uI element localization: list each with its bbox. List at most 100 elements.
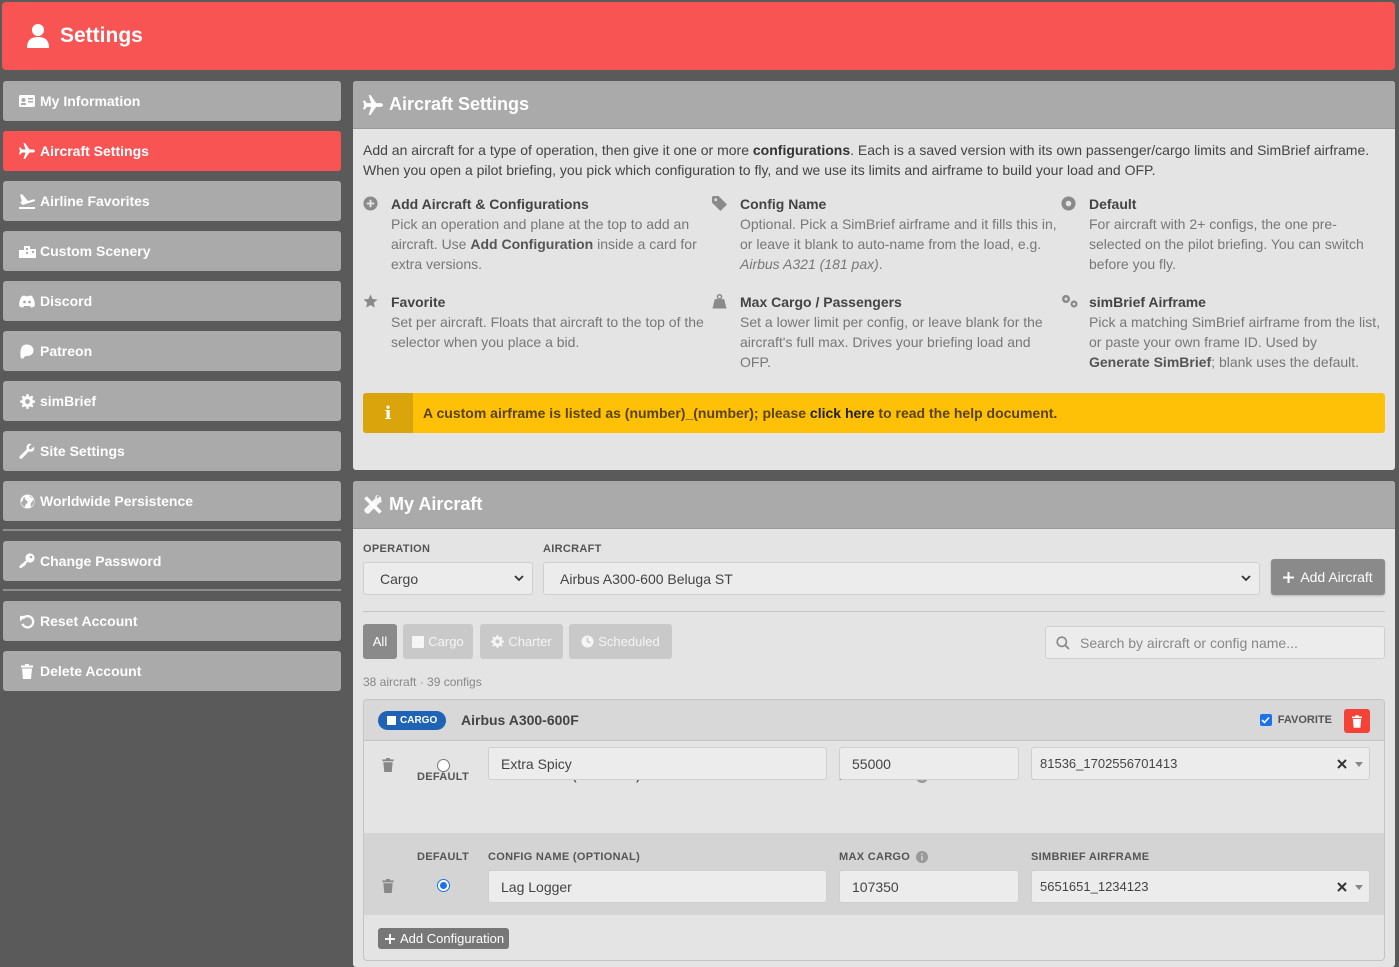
clear-icon[interactable] (1337, 759, 1347, 769)
aircraft-name: Airbus A300-600F (461, 712, 579, 728)
sidebar-item-label: Discord (40, 293, 93, 309)
default-radio[interactable] (437, 759, 450, 772)
cog-icon (18, 392, 36, 410)
help-desc: Pick an operation and plane at the top t… (391, 214, 712, 274)
add-configuration-button[interactable]: Add Configuration (378, 928, 510, 949)
sidebar-item-worldwide-persistence[interactable]: Worldwide Persistence (3, 481, 341, 521)
page-title: Settings (60, 24, 143, 47)
help-desc-part: ; blank uses the default. (1211, 354, 1360, 370)
help-max-cargo: Max Cargo / Passengers Set a lower limit… (712, 292, 1061, 372)
sidebar-item-custom-scenery[interactable]: Custom Scenery (3, 231, 341, 271)
help-desc-bold: Generate SimBrief (1089, 354, 1212, 370)
help-desc-part: Pick a matching SimBrief airframe from t… (1089, 314, 1380, 350)
default-label: DEFAULT (417, 851, 470, 863)
help-simbrief-airframe: simBrief Airframe Pick a matching SimBri… (1061, 292, 1381, 372)
sidebar-item-patreon[interactable]: Patreon (3, 331, 341, 371)
add-aircraft-button[interactable]: Add Aircraft (1271, 559, 1385, 595)
sidebar-item-airline-favorites[interactable]: Airline Favorites (3, 181, 341, 221)
trash-icon (1352, 714, 1362, 728)
sidebar-item-discord[interactable]: Discord (3, 281, 341, 321)
help-desc: For aircraft with 2+ configs, the one pr… (1089, 216, 1364, 272)
config-name-label: CONFIG NAME (OPTIONAL) (488, 851, 641, 863)
sidebar-item-label: Aircraft Settings (40, 143, 149, 159)
info-circle-icon[interactable] (916, 851, 929, 863)
sidebar-item-label: Reset Account (40, 613, 138, 629)
undo-icon (18, 612, 36, 630)
aircraft-label: AIRCRAFT (543, 543, 602, 555)
clear-icon[interactable] (1337, 882, 1347, 892)
help-favorite: Favorite Set per aircraft. Floats that a… (363, 292, 712, 372)
box-icon (412, 635, 425, 648)
sidebar-item-reset-account[interactable]: Reset Account (3, 601, 341, 641)
sidebar-item-label: Site Settings (40, 443, 125, 459)
config-name-input[interactable]: Extra Spicy (488, 747, 827, 780)
sidebar-item-delete-account[interactable]: Delete Account (3, 651, 341, 691)
intro-text: Add an aircraft for a type of operation,… (353, 129, 1395, 180)
operation-select[interactable]: Cargo (363, 562, 533, 595)
filter-scheduled[interactable]: Scheduled (569, 624, 672, 659)
max-cargo-label-wrap: MAX CARGO (839, 851, 929, 863)
airframe-select[interactable]: 5651651_1234123 (1031, 870, 1370, 903)
caret-down-icon[interactable] (1355, 884, 1363, 890)
discord-icon (18, 292, 36, 310)
sidebar-item-aircraft-settings[interactable]: Aircraft Settings (3, 131, 341, 171)
help-doc-link[interactable]: click here (810, 405, 875, 421)
intro-bold: configurations (752, 142, 851, 158)
filter-all[interactable]: All (363, 624, 397, 659)
delete-aircraft-button[interactable] (1344, 709, 1370, 733)
max-cargo-input[interactable]: 107350 (839, 870, 1019, 903)
sidebar-item-label: Airline Favorites (40, 193, 150, 209)
weight-icon (712, 292, 740, 372)
caret-down-icon[interactable] (1355, 761, 1363, 767)
delete-config-icon[interactable] (382, 879, 394, 893)
filter-charter[interactable]: Charter (480, 624, 563, 659)
airframe-alert: i A custom airframe is listed as (number… (363, 393, 1385, 433)
config-row: DEFAULT CONFIG NAME (OPTIONAL) MAX CARGO… (364, 743, 1384, 824)
sidebar-item-label: My Information (40, 93, 141, 109)
help-title: Max Cargo / Passengers (740, 294, 902, 310)
aircraft-value: Airbus A300-600 Beluga ST (560, 570, 733, 587)
sidebar-item-change-password[interactable]: Change Password (3, 541, 341, 581)
sidebar-divider (3, 529, 341, 531)
aircraft-card: CARGO Airbus A300-600F FAVORITE DEFAULT … (363, 699, 1385, 961)
aircraft-select[interactable]: Airbus A300-600 Beluga ST (543, 562, 1260, 595)
sidebar-item-simbrief[interactable]: simBrief (3, 381, 341, 421)
favorite-label: FAVORITE (1277, 714, 1332, 726)
airframe-select[interactable]: 81536_1702556701413 (1031, 747, 1370, 780)
favorite-toggle[interactable]: FAVORITE (1259, 714, 1332, 726)
sidebar-item-label: Worldwide Persistence (40, 493, 194, 509)
aircraft-counts: 38 aircraft · 39 configs (363, 675, 482, 689)
plus-icon (385, 933, 395, 944)
sidebar-item-my-information[interactable]: My Information (3, 81, 341, 121)
plane-departure-icon (18, 192, 36, 210)
sidebar-item-site-settings[interactable]: Site Settings (3, 431, 341, 471)
city-icon (18, 242, 36, 260)
help-config-name: Config Name Optional. Pick a SimBrief ai… (712, 194, 1061, 274)
max-cargo-input[interactable]: 55000 (839, 747, 1019, 780)
aircraft-settings-header: Aircraft Settings (353, 81, 1395, 129)
search-icon (1056, 635, 1070, 650)
help-desc-part: . (878, 256, 883, 272)
cogs-icon (1061, 292, 1089, 372)
plus-icon (1283, 571, 1295, 583)
delete-config-icon[interactable] (382, 758, 394, 772)
intro-part: Add an aircraft for a type of operation,… (363, 142, 753, 158)
divider (363, 611, 1385, 612)
airframe-value: 81536_1702556701413 (1040, 756, 1178, 771)
clock-icon (581, 635, 594, 648)
filter-cargo[interactable]: Cargo (403, 624, 473, 659)
favorite-checkbox[interactable] (1259, 714, 1272, 726)
aircraft-card-header: CARGO Airbus A300-600F FAVORITE (364, 700, 1384, 741)
operation-value: Cargo (380, 570, 419, 587)
airframe-label: SIMBRIEF AIRFRAME (1031, 851, 1150, 863)
default-radio[interactable] (437, 879, 450, 892)
tools-icon (363, 494, 383, 515)
help-title: Default (1089, 196, 1137, 212)
globe-icon (18, 492, 36, 510)
config-name-input[interactable]: Lag Logger (488, 870, 827, 903)
operation-label: OPERATION (363, 543, 431, 555)
config-name-value: Extra Spicy (501, 755, 572, 772)
box-icon (387, 716, 396, 725)
chevron-down-icon (1241, 575, 1251, 582)
search-input[interactable]: Search by aircraft or config name... (1045, 626, 1385, 659)
